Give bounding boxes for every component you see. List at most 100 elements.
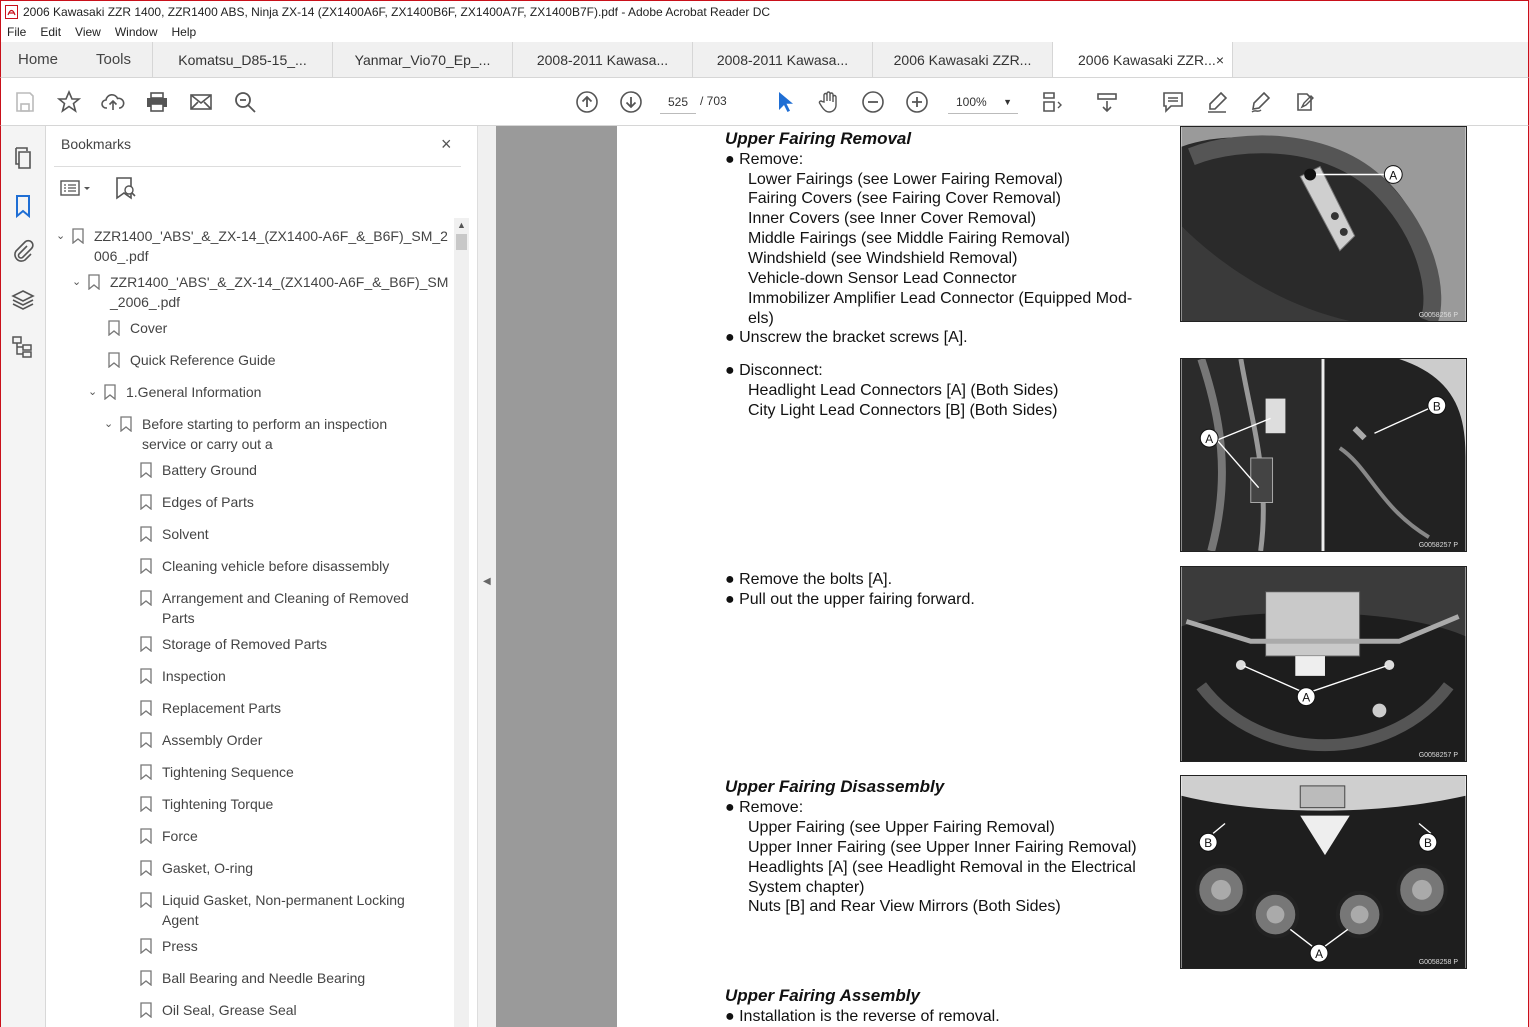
- bookmarks-panel-icon[interactable]: [11, 194, 35, 218]
- scrollbar-thumb[interactable]: [456, 234, 467, 250]
- bookmark-icon: [140, 558, 152, 574]
- acrobat-app-icon: [5, 4, 18, 19]
- menu-edit[interactable]: Edit: [40, 25, 61, 39]
- email-icon[interactable]: [189, 90, 213, 114]
- sign-icon[interactable]: [1249, 90, 1273, 114]
- hand-tool-icon[interactable]: [817, 90, 841, 114]
- search-icon[interactable]: [233, 90, 257, 114]
- bookmark-item[interactable]: Storage of Removed Parts: [140, 634, 327, 654]
- bookmark-label: Cover: [130, 320, 168, 336]
- bookmark-label: Cleaning vehicle before disassembly: [162, 558, 390, 574]
- page-number-input[interactable]: 525: [660, 90, 696, 114]
- document-tab[interactable]: 2006 Kawasaki ZZR...: [873, 42, 1053, 77]
- bookmark-item[interactable]: Replacement Parts: [140, 698, 281, 718]
- document-tab[interactable]: 2008-2011 Kawasa...: [693, 42, 873, 77]
- panel-splitter[interactable]: ◀: [477, 126, 496, 1027]
- save-icon[interactable]: [13, 90, 37, 114]
- step-pull: ● Pull out the upper fairing forward.: [725, 591, 975, 608]
- attachments-icon[interactable]: [11, 239, 35, 263]
- menu-view[interactable]: View: [75, 25, 101, 39]
- photo-illustration: A: [1181, 127, 1466, 321]
- select-cursor-icon[interactable]: [773, 90, 797, 114]
- bookmark-item[interactable]: ⌄ Before starting to perform an inspecti…: [104, 414, 387, 454]
- star-icon[interactable]: [56, 89, 82, 114]
- bookmark-item[interactable]: Edges of Parts: [140, 492, 254, 512]
- scrolling-mode-icon[interactable]: [1095, 90, 1119, 114]
- bookmark-label: Liquid Gasket, Non-permanent Locking Agen…: [162, 892, 405, 928]
- bookmark-item[interactable]: Battery Ground: [140, 460, 257, 480]
- page-display-icon[interactable]: [1041, 90, 1065, 114]
- bookmark-item[interactable]: Liquid Gasket, Non-permanent Locking Agen…: [140, 890, 405, 930]
- step-unscrew: ● Unscrew the bracket screws [A].: [725, 329, 968, 346]
- photo-code: G0058256 P: [1418, 312, 1458, 319]
- document-tab-active[interactable]: 2006 Kawasaki ZZR... ×: [1053, 42, 1233, 77]
- options-menu-icon[interactable]: [60, 178, 94, 198]
- chevron-down-icon: ▼: [1003, 97, 1012, 107]
- bookmark-item[interactable]: Gasket, O-ring: [140, 858, 253, 878]
- bookmark-icon: [140, 828, 152, 844]
- layers-icon[interactable]: [11, 288, 35, 312]
- bookmark-item[interactable]: ⌄ ZZR1400_'ABS'_&_ZX-14_(ZX1400-A6F_&_B6…: [56, 226, 448, 266]
- step-bolts: ● Remove the bolts [A].: [725, 571, 893, 588]
- print-icon[interactable]: [145, 90, 169, 114]
- photo-code: G0058257 P: [1418, 752, 1458, 759]
- tab-tools[interactable]: Tools: [75, 42, 153, 77]
- step-item: Lower Fairings (see Lower Fairing Remova…: [748, 171, 1063, 188]
- zoom-select[interactable]: 100% ▼: [948, 90, 1018, 114]
- page-total: / 703: [700, 94, 727, 108]
- step-remove: ● Remove:: [725, 151, 804, 168]
- bookmark-icon: [140, 1002, 152, 1018]
- bookmark-item[interactable]: Inspection: [140, 666, 226, 686]
- bookmark-item[interactable]: Tightening Sequence: [140, 762, 294, 782]
- chevron-down-icon[interactable]: ⌄: [88, 382, 104, 402]
- bookmark-item[interactable]: ⌄ 1.General Information: [88, 382, 261, 402]
- previous-page-icon[interactable]: [575, 90, 599, 114]
- cloud-upload-icon[interactable]: [101, 90, 125, 114]
- bookmark-item[interactable]: Solvent: [140, 524, 209, 544]
- bookmark-icon: [140, 526, 152, 542]
- document-tab[interactable]: Yanmar_Vio70_Ep_...: [333, 42, 513, 77]
- bookmark-item[interactable]: Tightening Torque: [140, 794, 273, 814]
- callout-a: A: [1315, 947, 1323, 961]
- document-tab[interactable]: Komatsu_D85-15_...: [153, 42, 333, 77]
- step-item: Fairing Covers (see Fairing Cover Remova…: [748, 190, 1061, 207]
- collapse-panel-icon[interactable]: ◀: [483, 576, 491, 587]
- bookmark-item[interactable]: Assembly Order: [140, 730, 262, 750]
- scroll-up-icon[interactable]: ▲: [457, 220, 466, 230]
- photo-headlights-mirrors: B B A G0058258 P: [1180, 775, 1467, 969]
- step-item: Headlight Lead Connectors [A] (Both Side…: [748, 382, 1059, 399]
- bookmark-item[interactable]: ⌄ ZZR1400_'ABS'_&_ZX-14_(ZX1400-A6F_&_B6…: [72, 272, 448, 312]
- bookmark-icon: [140, 938, 152, 954]
- bookmark-item[interactable]: Cover: [108, 318, 167, 338]
- highlight-pen-icon[interactable]: [1205, 90, 1229, 114]
- bookmark-item[interactable]: Oil Seal, Grease Seal: [140, 1000, 297, 1020]
- chevron-down-icon[interactable]: ⌄: [104, 414, 120, 434]
- zoom-out-icon[interactable]: [861, 90, 885, 114]
- tab-home[interactable]: Home: [1, 42, 75, 77]
- content-tree-icon[interactable]: [11, 335, 35, 359]
- bookmarks-title: Bookmarks: [61, 136, 132, 152]
- bookmark-item[interactable]: Ball Bearing and Needle Bearing: [140, 968, 365, 988]
- document-tab[interactable]: 2008-2011 Kawasa...: [513, 42, 693, 77]
- menu-window[interactable]: Window: [115, 25, 158, 39]
- next-page-icon[interactable]: [619, 90, 643, 114]
- menu-file[interactable]: File: [7, 25, 26, 39]
- close-icon[interactable]: ×: [441, 134, 452, 155]
- bookmark-icon: [140, 590, 152, 606]
- section-heading: Upper Fairing Removal: [725, 129, 912, 148]
- menu-help[interactable]: Help: [172, 25, 197, 39]
- bookmark-item[interactable]: Cleaning vehicle before disassembly: [140, 556, 389, 576]
- edit-pdf-icon[interactable]: [1293, 90, 1317, 114]
- chevron-down-icon[interactable]: ⌄: [56, 226, 72, 246]
- bookmark-item[interactable]: Arrangement and Cleaning of Removed Parts: [140, 588, 409, 628]
- new-bookmark-icon[interactable]: [114, 176, 136, 200]
- page-thumbnails-icon[interactable]: [11, 146, 35, 170]
- close-tab-icon[interactable]: ×: [1216, 52, 1224, 68]
- bookmarks-scrollbar[interactable]: ▲: [454, 218, 469, 1027]
- zoom-in-icon[interactable]: [905, 90, 929, 114]
- chevron-down-icon[interactable]: ⌄: [72, 272, 88, 292]
- bookmark-item[interactable]: Force: [140, 826, 198, 846]
- comment-icon[interactable]: [1161, 90, 1185, 114]
- bookmark-item[interactable]: Quick Reference Guide: [108, 350, 276, 370]
- bookmark-item[interactable]: Press: [140, 936, 198, 956]
